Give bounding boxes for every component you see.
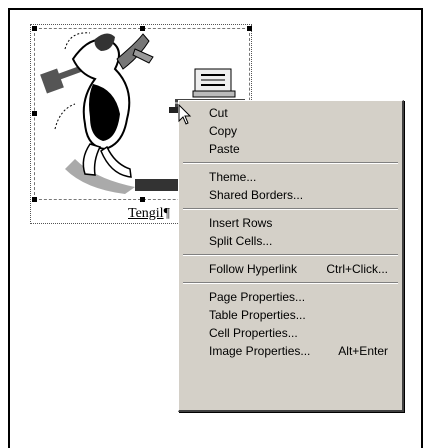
menu-item-label: Paste [209,142,240,156]
image-caption[interactable]: Tengil¶ [128,206,170,222]
menu-item-label: Follow Hyperlink [209,262,298,276]
menu-item-label: Cell Properties... [209,326,298,340]
resize-handle-bottom-left[interactable] [32,197,37,202]
caption-text: Tengil [128,206,164,221]
resize-handle-top-right[interactable] [247,26,252,31]
menu-separator [183,162,398,164]
menu-item-label: Copy [209,124,238,138]
menu-item-shared-borders[interactable]: Shared Borders... [181,186,400,204]
menu-item-insert-rows[interactable]: Insert Rows [181,214,400,232]
resize-handle-middle-left[interactable] [32,111,37,116]
menu-item-label: Table Properties... [209,308,306,322]
resize-handle-top-middle[interactable] [140,26,145,31]
menu-item-follow-hyperlink[interactable]: Follow Hyperlink Ctrl+Click... [181,260,400,278]
menu-item-label: Image Properties... [209,344,311,358]
menu-item-shortcut: Ctrl+Click... [326,262,388,276]
menu-item-theme[interactable]: Theme... [181,168,400,186]
menu-item-label: Theme... [209,170,257,184]
menu-item-paste[interactable]: Paste [181,140,400,158]
menu-item-copy[interactable]: Copy [181,122,400,140]
menu-item-label: Cut [209,106,228,120]
resize-handle-bottom-middle[interactable] [140,197,145,202]
menu-item-label: Insert Rows [209,216,273,230]
menu-item-shortcut: Alt+Enter [338,344,388,358]
menu-item-table-properties[interactable]: Table Properties... [181,306,400,324]
menu-item-label: Split Cells... [209,234,273,248]
pilcrow-mark: ¶ [163,206,170,221]
menu-item-split-cells[interactable]: Split Cells... [181,232,400,250]
menu-item-page-properties[interactable]: Page Properties... [181,288,400,306]
menu-item-label: Shared Borders... [209,188,304,202]
resize-handle-top-left[interactable] [32,26,37,31]
menu-item-cell-properties[interactable]: Cell Properties... [181,324,400,342]
arrow-cursor-icon [178,104,192,125]
menu-separator [183,208,398,210]
context-menu: Cut Copy Paste Theme... Shared Borders... Ins… [178,100,404,412]
menu-item-image-properties[interactable]: Image Properties... Alt+Enter [181,342,400,360]
menu-separator [183,254,398,256]
menu-item-label: Page Properties... [209,290,306,304]
menu-item-cut[interactable]: Cut [181,104,400,122]
menu-separator [183,282,398,284]
